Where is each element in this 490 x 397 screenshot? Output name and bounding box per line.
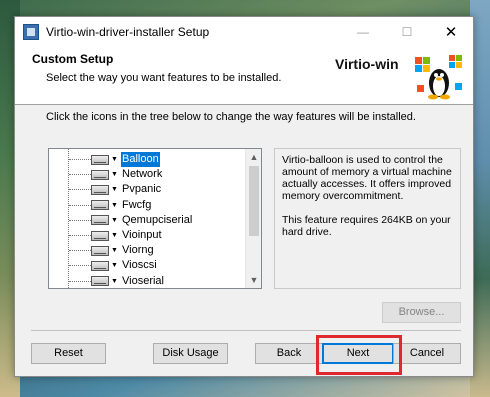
- feature-label[interactable]: Fwcfg: [121, 198, 152, 213]
- feature-label[interactable]: Qemupciserial: [121, 213, 193, 228]
- tree-item[interactable]: ▼ Vioinput: [49, 228, 247, 243]
- maximize-button[interactable]: ☐: [385, 17, 429, 47]
- description-text: Virtio-balloon is used to control the am…: [282, 154, 452, 202]
- cancel-button[interactable]: Cancel: [393, 343, 461, 364]
- page-subtitle: Select the way you want features to be i…: [46, 72, 282, 84]
- drive-icon[interactable]: ▼: [91, 153, 119, 166]
- tree-scrollbar[interactable]: ▲ ▼: [245, 149, 261, 288]
- feature-description: Virtio-balloon is used to control the am…: [274, 148, 461, 289]
- next-button-highlight: [316, 335, 402, 375]
- feature-tree[interactable]: ▼ Balloon ▼ Network ▼ Pvpanic ▼ Fwcfg ▼ Qemupcise…: [48, 148, 262, 289]
- drive-icon[interactable]: ▼: [91, 259, 119, 272]
- close-button[interactable]: ✕: [429, 17, 473, 47]
- header-banner: Custom Setup Select the way you want fea…: [15, 47, 473, 105]
- scroll-thumb[interactable]: [249, 166, 259, 236]
- reset-button[interactable]: Reset: [31, 343, 106, 364]
- drive-icon[interactable]: ▼: [91, 199, 119, 212]
- setup-window: Virtio-win-driver-installer Setup — ☐ ✕ …: [14, 16, 474, 377]
- tree-item[interactable]: ▼ Vioserial: [49, 274, 247, 288]
- page-title: Custom Setup: [32, 52, 114, 66]
- scroll-up-icon[interactable]: ▲: [246, 149, 261, 165]
- feature-label[interactable]: Vioserial: [121, 274, 165, 288]
- disk-usage-button[interactable]: Disk Usage: [153, 343, 228, 364]
- size-requirement-text: This feature requires 264KB on your hard…: [282, 214, 451, 238]
- feature-label[interactable]: Viorng: [121, 243, 155, 258]
- back-button[interactable]: Back: [255, 343, 323, 364]
- feature-label[interactable]: Pvpanic: [121, 182, 162, 197]
- drive-icon[interactable]: ▼: [91, 214, 119, 227]
- tree-item[interactable]: ▼ Viorng: [49, 243, 247, 258]
- tree-item[interactable]: ▼ Qemupciserial: [49, 213, 247, 228]
- tree-item[interactable]: ▼ Pvpanic: [49, 182, 247, 197]
- window-title: Virtio-win-driver-installer Setup: [46, 25, 210, 39]
- drive-icon[interactable]: ▼: [91, 244, 119, 257]
- feature-label[interactable]: Vioinput: [121, 228, 163, 243]
- instruction-text: Click the icons in the tree below to cha…: [46, 111, 416, 123]
- brand-name: Virtio-win: [335, 56, 399, 72]
- drive-icon[interactable]: ▼: [91, 229, 119, 242]
- installer-icon: [23, 24, 39, 40]
- drive-icon[interactable]: ▼: [91, 168, 119, 181]
- windows-tux-logo: [415, 55, 462, 100]
- drive-icon[interactable]: ▼: [91, 183, 119, 196]
- minimize-button[interactable]: —: [341, 17, 385, 47]
- drive-icon[interactable]: ▼: [91, 275, 119, 288]
- tree-item[interactable]: ▼ Balloon: [49, 152, 247, 167]
- tree-item[interactable]: ▼ Network: [49, 167, 247, 182]
- feature-label[interactable]: Network: [121, 167, 163, 182]
- button-separator: [31, 330, 461, 331]
- scroll-down-icon[interactable]: ▼: [246, 272, 261, 288]
- browse-button[interactable]: Browse...: [382, 302, 461, 323]
- title-bar[interactable]: Virtio-win-driver-installer Setup — ☐ ✕: [15, 17, 473, 47]
- feature-label[interactable]: Balloon: [121, 152, 160, 167]
- feature-label[interactable]: Vioscsi: [121, 258, 158, 273]
- tree-item[interactable]: ▼ Vioscsi: [49, 258, 247, 273]
- tree-item[interactable]: ▼ Fwcfg: [49, 198, 247, 213]
